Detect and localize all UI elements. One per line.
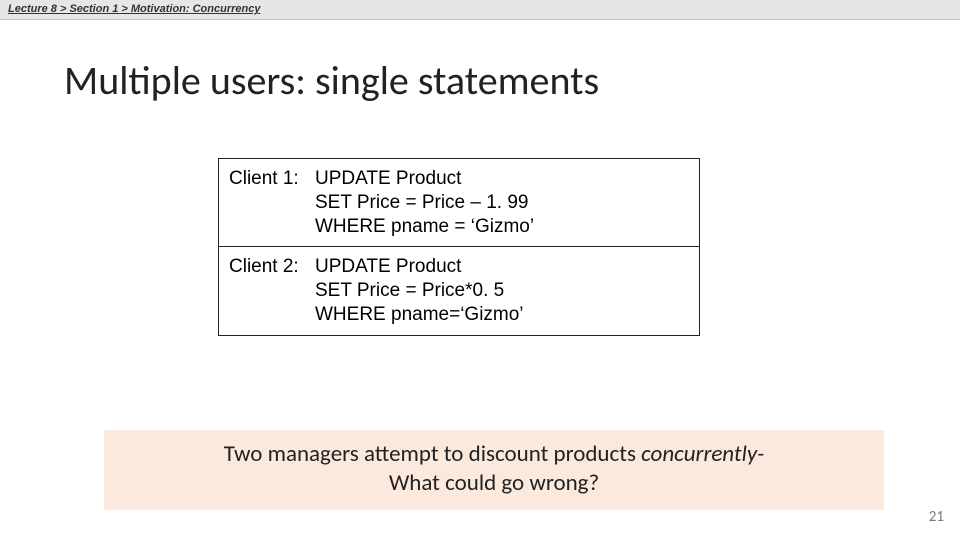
caption-box: Two managers attempt to discount product… [104, 430, 884, 510]
client2-code: UPDATE Product SET Price = Price*0. 5 WH… [315, 255, 524, 326]
client1-label: Client 1: [229, 167, 315, 191]
caption-line2: What could go wrong? [389, 469, 599, 497]
client2-block: Client 2: UPDATE Product SET Price = Pri… [219, 247, 699, 334]
code-box: Client 1: UPDATE Product SET Price = Pri… [218, 158, 700, 336]
caption-line1a: Two managers attempt to discount product… [224, 440, 641, 468]
slide-title: Multiple users: single statements [64, 56, 599, 105]
client1-block: Client 1: UPDATE Product SET Price = Pri… [219, 159, 699, 247]
client2-label: Client 2: [229, 255, 315, 279]
breadcrumb: Lecture 8 > Section 1 > Motivation: Conc… [0, 0, 960, 20]
page-number: 21 [929, 508, 944, 526]
caption-line1-em: concurrently- [641, 440, 764, 468]
client1-code: UPDATE Product SET Price = Price – 1. 99… [315, 167, 534, 238]
breadcrumb-text: Lecture 8 > Section 1 > Motivation: Conc… [8, 3, 260, 15]
